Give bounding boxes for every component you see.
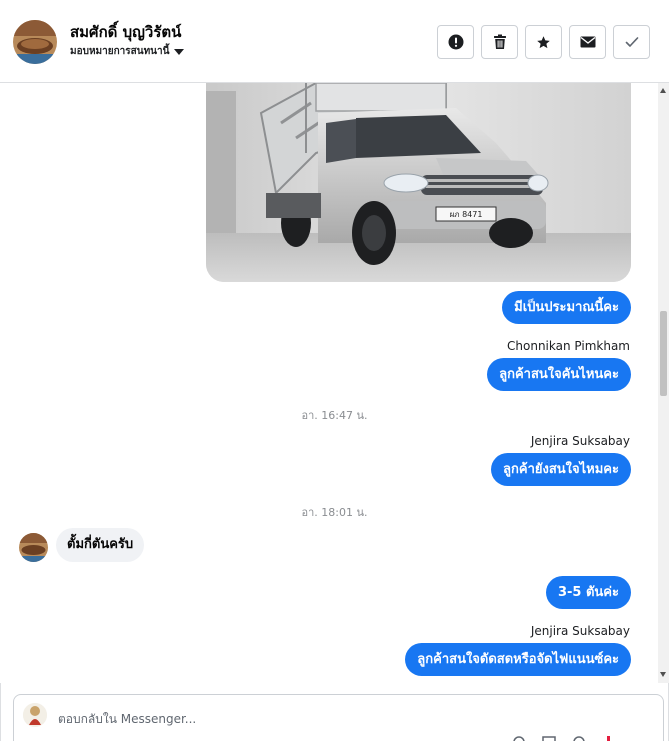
message-thread[interactable]: ผภ 8471 มีเป็นประมาณนี้คะ Chonnikan Pimk… (0, 83, 658, 683)
outgoing-message[interactable]: ลูกค้าสนใจคันไหนคะ (487, 358, 631, 391)
sender-label: Chonnikan Pimkham (507, 339, 630, 353)
star-button[interactable] (525, 25, 562, 59)
check-icon (625, 37, 638, 47)
reply-composer[interactable]: ตอบกลับใน Messenger... (13, 694, 664, 741)
header-actions (437, 25, 650, 59)
attachment-icon[interactable] (511, 735, 527, 741)
scroll-up-arrow-icon[interactable] (660, 88, 666, 93)
exclamation-circle-icon (448, 34, 463, 50)
done-button[interactable] (613, 25, 650, 59)
incoming-message[interactable]: ตั้มกี่ตันครับ (56, 528, 145, 562)
vehicle-photo-attachment[interactable]: ผภ 8471 (206, 83, 631, 282)
sender-label: Jenjira Suksabay (530, 624, 630, 638)
message-timestamp: อา. 16:47 น. (301, 409, 368, 422)
contact-name[interactable]: สมศักดิ์ บุญวิรัตน์ (70, 20, 181, 44)
thread-scrollbar[interactable] (658, 83, 669, 683)
assign-label: มอบหมายการสนทนานี้ (70, 46, 170, 57)
message-timestamp: อา. 18:01 น. (301, 506, 368, 519)
page-avatar (23, 703, 47, 727)
assign-conversation-dropdown[interactable]: มอบหมายการสนทนานี้ (70, 44, 185, 59)
contact-avatar[interactable] (13, 20, 57, 64)
contact-avatar-small (19, 533, 48, 562)
outgoing-message[interactable]: มีเป็นประมาณนี้คะ (502, 291, 631, 324)
scrollbar-thumb[interactable] (660, 311, 667, 396)
scroll-down-arrow-icon[interactable] (660, 672, 666, 677)
chevron-down-icon (174, 49, 185, 55)
mark-unread-button[interactable] (569, 25, 606, 59)
like-icon[interactable] (601, 735, 617, 741)
emoji-icon[interactable] (571, 735, 587, 741)
delete-button[interactable] (481, 25, 518, 59)
conversation-header: สมศักดิ์ บุญวิรัตน์ มอบหมายการสนทนานี้ (0, 0, 669, 83)
trash-icon (493, 34, 506, 49)
sender-label: Jenjira Suksabay (530, 434, 630, 448)
outgoing-message[interactable]: ลูกค้าสนใจดัดสดหรือจัดไฟแนนซ์คะ (405, 643, 631, 676)
reply-input[interactable]: ตอบกลับใน Messenger... (58, 710, 196, 729)
outgoing-message[interactable]: ลูกค้ายังสนใจไหมคะ (491, 453, 631, 486)
outgoing-message[interactable]: 3-5 ตันค่ะ (545, 576, 631, 609)
envelope-icon (580, 36, 595, 48)
license-plate: ผภ 8471 (450, 210, 483, 219)
star-icon (537, 35, 550, 48)
composer-tools (511, 735, 617, 741)
report-button[interactable] (437, 25, 474, 59)
image-icon[interactable] (541, 735, 557, 741)
